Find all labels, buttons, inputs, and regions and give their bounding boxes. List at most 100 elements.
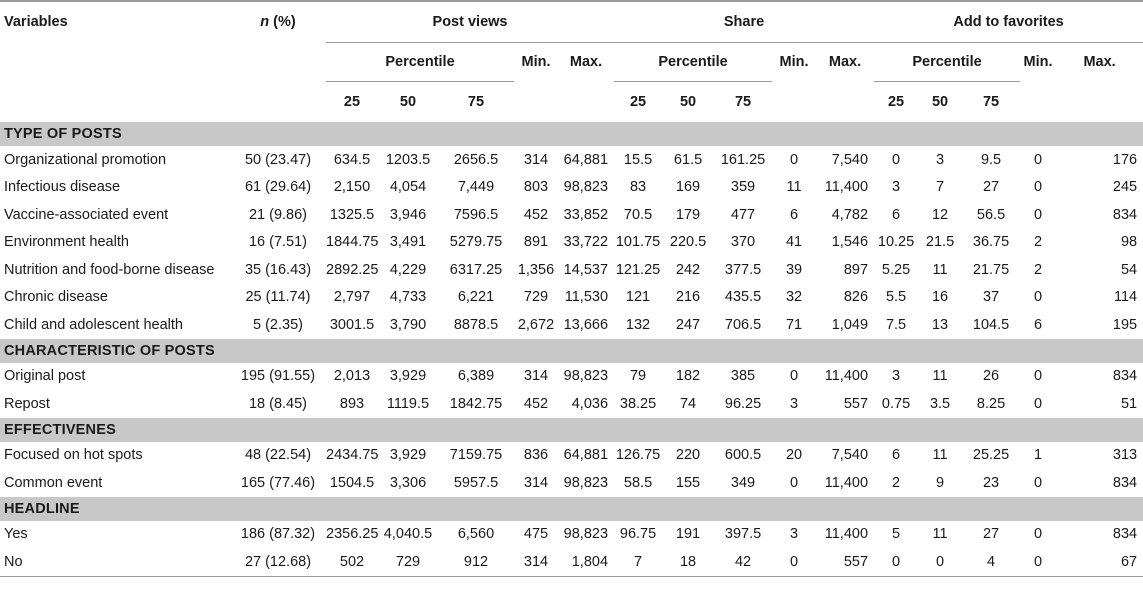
header-blank — [816, 82, 874, 123]
table-cell: 2434.75 — [326, 447, 379, 464]
table-cell: 96.75 — [619, 526, 657, 543]
table-cell: 42 — [714, 548, 773, 577]
table-cell: 0.75 — [881, 395, 911, 412]
table-page: Variables n (%) Post views Share Add to favo… — [0, 0, 1143, 609]
table-cell: 220.5 — [669, 234, 707, 251]
table-cell: 0 — [1033, 206, 1043, 223]
table-cell: 27 — [982, 526, 1000, 543]
row-label: Organizational promotion — [4, 151, 167, 168]
table-cell: 6 — [891, 447, 901, 464]
table-cell: 435.5 — [724, 289, 762, 306]
table-cell: 7596.5 — [453, 206, 499, 223]
table-row: Common event 165 (77.46) 1504.5 3,306 5957.5… — [0, 469, 1143, 497]
table-cell: 21 (9.86) — [248, 206, 308, 223]
table-cell: 2,150 — [333, 179, 371, 196]
table-cell: 98,823 — [563, 474, 609, 491]
table-cell: 6317.25 — [449, 261, 503, 278]
table-cell: 4,782 — [831, 206, 869, 223]
table-cell: 7 — [935, 179, 945, 196]
table-cell: 0 — [772, 548, 817, 577]
header-add-to-favorites: Add to favorites — [874, 0, 1143, 43]
table-cell: 1203.5 — [385, 151, 431, 168]
header-share: Share — [614, 0, 875, 43]
header-p25: 25 — [629, 94, 647, 110]
table-cell: 9 — [935, 474, 945, 491]
table-cell: 104.5 — [972, 316, 1010, 333]
table-cell: 51 — [1120, 395, 1138, 412]
table-cell: 729 — [523, 289, 549, 306]
header-percentile: Percentile — [874, 42, 1021, 82]
table-cell: 32 — [785, 289, 803, 306]
table-cell: 1,356 — [517, 261, 555, 278]
table-cell: 25 (11.74) — [245, 289, 311, 306]
table-cell: 79 — [629, 368, 647, 385]
table-cell: 58.5 — [623, 474, 653, 491]
table-cell: 242 — [675, 261, 701, 278]
table-cell: 834 — [1112, 474, 1138, 491]
table-cell: 161.25 — [720, 151, 766, 168]
header-p50: 50 — [679, 94, 697, 110]
header-max: Max. — [828, 54, 862, 71]
table-cell: 70.5 — [623, 206, 653, 223]
table-cell: 5.25 — [881, 261, 911, 278]
table-cell: 12 — [931, 206, 949, 223]
table-cell: 35 (16.43) — [244, 261, 312, 278]
header-p50: 50 — [399, 94, 417, 110]
table-cell: 477 — [730, 206, 756, 223]
table-cell: 0 — [1033, 179, 1043, 196]
table-cell: 2356.25 — [326, 526, 379, 543]
table-cell: 0 — [789, 151, 799, 168]
table-cell: 54 — [1120, 261, 1138, 278]
table-cell: 20 — [785, 447, 803, 464]
table-cell: 7.5 — [885, 316, 907, 333]
table-cell: 13,666 — [563, 316, 609, 333]
table-cell: 600.5 — [724, 447, 762, 464]
table-cell: 48 (22.54) — [244, 447, 312, 464]
table-cell: 11,530 — [564, 289, 609, 306]
table-cell: 41 — [785, 234, 803, 251]
header-blank — [1020, 82, 1056, 123]
table-cell: 21.75 — [972, 261, 1010, 278]
table-cell: 38.25 — [619, 395, 657, 412]
table-cell: 314 — [514, 548, 558, 577]
header-blank — [0, 43, 230, 82]
table-cell: 11 — [932, 526, 948, 543]
table-cell: 195 (91.55) — [240, 368, 316, 385]
table-cell: 1842.75 — [449, 395, 503, 412]
table-cell: 61 (29.64) — [244, 179, 312, 196]
table-cell: 0 — [1033, 474, 1043, 491]
table-cell: 2 — [891, 474, 901, 491]
table-cell: 891 — [523, 234, 549, 251]
table-cell: 6 — [891, 206, 901, 223]
table-cell: 6,389 — [457, 368, 495, 385]
row-label: Infectious disease — [4, 179, 121, 196]
table-cell: 18 — [662, 548, 715, 577]
table-cell: 452 — [523, 206, 549, 223]
section-row: EFFECTIVENES — [0, 417, 1143, 442]
table-cell: 2,013 — [333, 368, 371, 385]
header-blank — [0, 82, 230, 123]
table-cell: 5957.5 — [453, 474, 499, 491]
table-cell: 67 — [1056, 548, 1143, 577]
row-label: Environment health — [4, 234, 129, 251]
table-cell: 0 — [1033, 395, 1043, 412]
table-cell: 314 — [523, 368, 549, 385]
table-cell: 16 (7.51) — [248, 234, 308, 251]
table-row: Vaccine-associated event 21 (9.86) 1325.5 3… — [0, 201, 1143, 229]
header-p75: 75 — [982, 94, 1000, 110]
table-cell: 7,540 — [831, 151, 869, 168]
table-cell: 4,040.5 — [383, 526, 433, 543]
table-cell: 634.5 — [333, 151, 371, 168]
table-row: Original post 195 (91.55) 2,013 3,929 6,389 3… — [0, 363, 1143, 391]
table-cell: 557 — [816, 548, 875, 577]
table-cell: 1,546 — [831, 234, 869, 251]
table-cell: 1325.5 — [329, 206, 375, 223]
table-cell: 3,306 — [389, 474, 427, 491]
table-cell: 2892.25 — [326, 261, 379, 278]
table-cell: 2 — [1033, 261, 1043, 278]
table-row: Repost 18 (8.45) 893 1119.5 1842.75 452 4,036 3… — [0, 390, 1143, 418]
table-cell: 3 — [891, 368, 901, 385]
table-cell: 803 — [523, 179, 549, 196]
table-cell: 1844.75 — [326, 234, 379, 251]
table-row: No 27 (12.68) 502 729 912 314 1,804 7 18 42 0 557 0 0… — [0, 548, 1143, 577]
